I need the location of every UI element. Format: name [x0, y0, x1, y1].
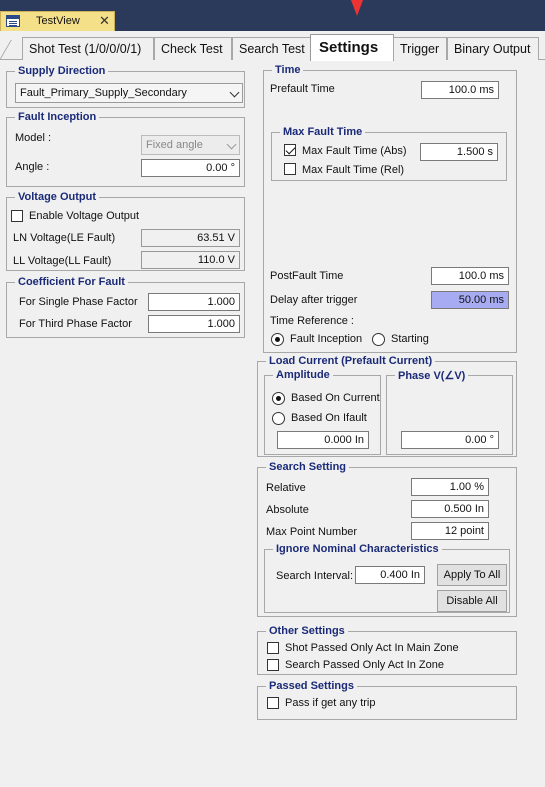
title-bar: TestView ✕ [0, 0, 545, 31]
supply-direction-group: Supply Direction Fault_Primary_Supply_Se… [6, 65, 245, 108]
time-ref-fault-inception-label: Fault Inception [290, 333, 363, 345]
postfault-time-label: PostFault Time [270, 270, 344, 282]
passed-settings-group: Passed Settings Pass if get any trip [257, 680, 517, 720]
time-ref-starting-label: Starting [391, 333, 429, 345]
max-fault-abs-input[interactable]: 1.500 s [420, 143, 498, 161]
phase-input[interactable]: 0.00 ° [401, 431, 499, 449]
supply-direction-select[interactable]: Fault_Primary_Supply_Secondary [15, 83, 243, 103]
passed-settings-title: Passed Settings [266, 680, 357, 692]
amplitude-based-on-ifault-label: Based On Ifault [291, 412, 367, 424]
ll-voltage-value: 110.0 V [141, 251, 240, 269]
single-phase-factor-label: For Single Phase Factor [19, 296, 138, 308]
phase-title: Phase V(∠V) [395, 369, 469, 382]
chevron-down-icon [226, 139, 237, 150]
close-icon[interactable]: ✕ [99, 13, 110, 29]
chevron-down-icon [229, 87, 240, 98]
max-fault-time-group: Max Fault Time Max Fault Time (Abs) 1.50… [271, 126, 507, 181]
absolute-input[interactable]: 0.500 In [411, 500, 489, 518]
relative-label: Relative [266, 482, 306, 494]
tab-strip: Shot Test (1/0/0/0/1) Check Test Search … [0, 31, 545, 61]
supply-direction-title: Supply Direction [15, 65, 109, 77]
delay-after-trigger-label: Delay after trigger [270, 294, 358, 306]
coefficient-group: Coefficient For Fault For Single Phase F… [6, 276, 245, 338]
third-phase-factor-label: For Third Phase Factor [19, 318, 132, 330]
pass-any-trip-checkbox[interactable] [267, 697, 279, 709]
time-ref-starting-radio[interactable] [372, 333, 385, 346]
angle-label: Angle : [15, 161, 50, 173]
ll-voltage-label: LL Voltage(LL Fault) [13, 255, 112, 267]
max-fault-time-title: Max Fault Time [280, 126, 366, 138]
window-icon [6, 15, 20, 27]
ln-voltage-value: 63.51 V [141, 229, 240, 247]
document-tab[interactable]: TestView ✕ [0, 11, 115, 31]
supply-direction-value: Fault_Primary_Supply_Secondary [20, 87, 187, 99]
max-fault-abs-label: Max Fault Time (Abs) [302, 145, 407, 157]
voltage-output-group: Voltage Output Enable Voltage Output LN … [6, 191, 245, 271]
amplitude-title: Amplitude [273, 369, 333, 381]
search-setting-title: Search Setting [266, 461, 350, 473]
single-phase-factor-input[interactable]: 1.000 [148, 293, 240, 311]
search-passed-zone-label: Search Passed Only Act In Zone [285, 659, 444, 671]
shot-passed-main-zone-label: Shot Passed Only Act In Main Zone [285, 642, 459, 654]
tab-shot-test[interactable]: Shot Test (1/0/0/0/1) [22, 37, 154, 60]
max-fault-abs-checkbox[interactable] [284, 144, 296, 156]
phase-group: Phase V(∠V) 0.00 ° [386, 369, 513, 455]
apply-to-all-button[interactable]: Apply To All [437, 564, 507, 586]
amplitude-based-on-current-label: Based On Current [291, 392, 380, 404]
max-point-number-input[interactable]: 12 point [411, 522, 489, 540]
ln-voltage-label: LN Voltage(LE Fault) [13, 232, 116, 244]
prefault-time-input[interactable]: 100.0 ms [421, 81, 499, 99]
time-group: Time Prefault Time 100.0 ms Max Fault Ti… [263, 64, 517, 353]
search-interval-label: Search Interval: [276, 570, 354, 582]
amplitude-input[interactable]: 0.000 In [277, 431, 369, 449]
other-settings-title: Other Settings [266, 625, 348, 637]
model-value: Fixed angle [146, 139, 203, 151]
time-title: Time [272, 64, 304, 76]
red-arrow-marker [351, 0, 363, 16]
shot-passed-main-zone-checkbox[interactable] [267, 642, 279, 654]
search-setting-group: Search Setting Relative 1.00 % Absolute … [257, 461, 517, 617]
tab-check-test[interactable]: Check Test [154, 37, 232, 60]
enable-voltage-output-checkbox[interactable] [11, 210, 23, 222]
load-current-group: Load Current (Prefault Current) Amplitud… [257, 355, 517, 457]
model-select: Fixed angle [141, 135, 240, 155]
tab-settings[interactable]: Settings [310, 34, 394, 61]
postfault-time-input[interactable]: 100.0 ms [431, 267, 509, 285]
tab-trigger[interactable]: Trigger [393, 37, 447, 60]
document-tab-title: TestView [36, 15, 80, 27]
coefficient-title: Coefficient For Fault [15, 276, 128, 288]
amplitude-group: Amplitude Based On Current Based On Ifau… [264, 369, 381, 455]
amplitude-based-on-current-radio[interactable] [272, 392, 285, 405]
enable-voltage-output-label: Enable Voltage Output [29, 210, 140, 222]
search-interval-input[interactable]: 0.400 In [355, 566, 425, 584]
disable-all-button[interactable]: Disable All [437, 590, 507, 612]
max-point-number-label: Max Point Number [266, 526, 358, 538]
angle-input[interactable]: 0.00 ° [141, 159, 240, 177]
pass-any-trip-label: Pass if get any trip [285, 697, 376, 709]
voltage-output-title: Voltage Output [15, 191, 100, 203]
max-fault-rel-checkbox[interactable] [284, 163, 296, 175]
load-current-title: Load Current (Prefault Current) [266, 355, 436, 367]
tab-binary-output[interactable]: Binary Output [447, 37, 539, 60]
ignore-nominal-title: Ignore Nominal Characteristics [273, 543, 442, 555]
max-fault-rel-label: Max Fault Time (Rel) [302, 164, 405, 176]
ignore-nominal-group: Ignore Nominal Characteristics Search In… [264, 543, 510, 613]
fault-inception-group: Fault Inception Model : Fixed angle Angl… [6, 111, 245, 187]
search-passed-zone-checkbox[interactable] [267, 659, 279, 671]
time-reference-label: Time Reference : [270, 315, 354, 327]
third-phase-factor-input[interactable]: 1.000 [148, 315, 240, 333]
fault-inception-title: Fault Inception [15, 111, 100, 123]
delay-after-trigger-input[interactable]: 50.00 ms [431, 291, 509, 309]
relative-input[interactable]: 1.00 % [411, 478, 489, 496]
model-label: Model : [15, 132, 52, 144]
prefault-time-label: Prefault Time [270, 83, 335, 95]
other-settings-group: Other Settings Shot Passed Only Act In M… [257, 625, 517, 675]
absolute-label: Absolute [266, 504, 309, 516]
time-ref-fault-inception-radio[interactable] [271, 333, 284, 346]
tab-search-test[interactable]: Search Test [232, 37, 312, 60]
amplitude-based-on-ifault-radio[interactable] [272, 412, 285, 425]
